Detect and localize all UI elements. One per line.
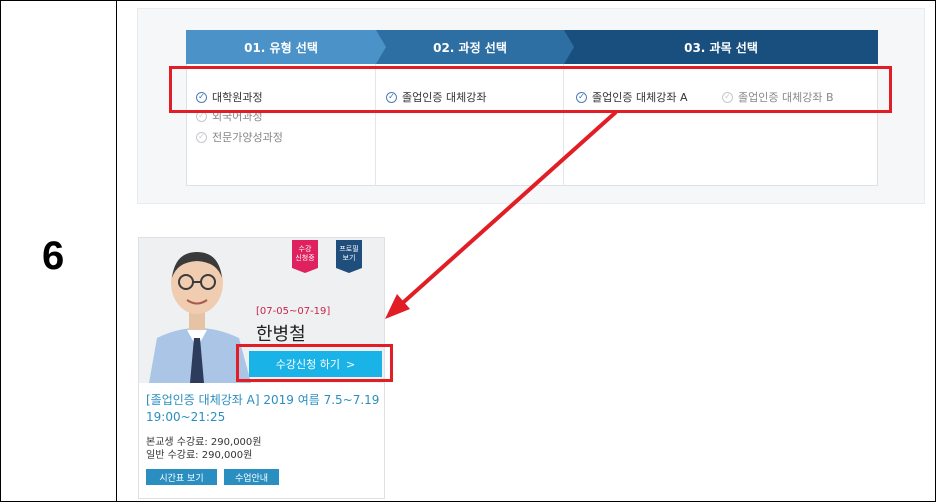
pointer-arrow-icon (385, 110, 618, 319)
